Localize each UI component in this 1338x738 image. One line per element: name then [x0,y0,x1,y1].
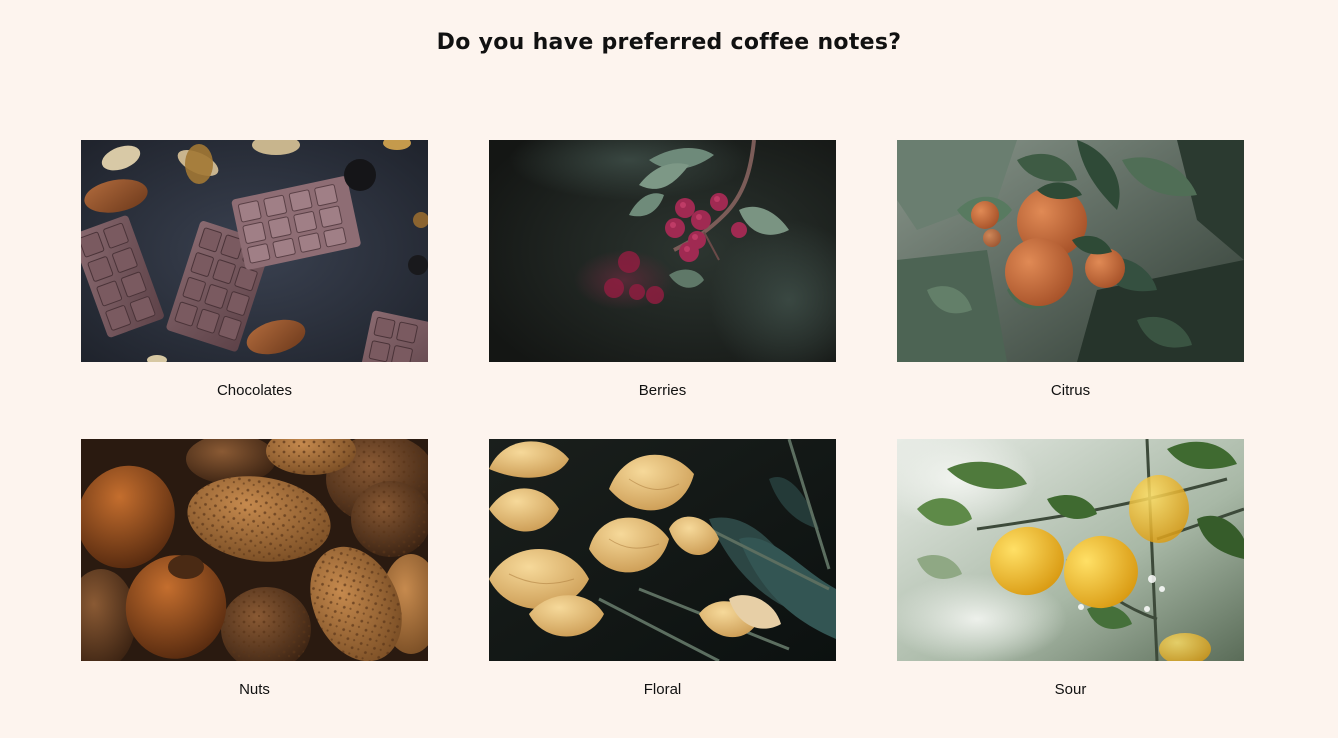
note-option-floral[interactable]: Floral [489,439,836,738]
coffee-notes-page: Do you have preferred coffee notes? Choc… [0,0,1338,738]
note-label-nuts: Nuts [239,681,270,698]
lemons-on-tree-photo [897,439,1244,661]
note-option-chocolates[interactable]: Chocolates [81,140,428,439]
note-option-nuts[interactable]: Nuts [81,439,428,738]
chocolate-bars-with-almonds-photo [81,140,428,362]
note-label-sour: Sour [1054,681,1087,698]
note-option-citrus[interactable]: Citrus [897,140,1244,439]
yellow-tulips-photo [489,439,836,661]
oranges-on-tree-photo [897,140,1244,362]
page-title: Do you have preferred coffee notes? [436,30,902,55]
note-option-berries[interactable]: Berries [489,140,836,439]
note-label-floral: Floral [643,681,682,698]
red-berries-on-branch-photo [489,140,836,362]
note-label-citrus: Citrus [1050,382,1091,399]
note-label-chocolates: Chocolates [216,382,293,399]
almonds-and-hazelnuts-photo [81,439,428,661]
notes-grid: Chocolates Berries Citrus Nuts Floral So… [81,140,1244,738]
note-option-sour[interactable]: Sour [897,439,1244,738]
note-label-berries: Berries [638,382,687,399]
